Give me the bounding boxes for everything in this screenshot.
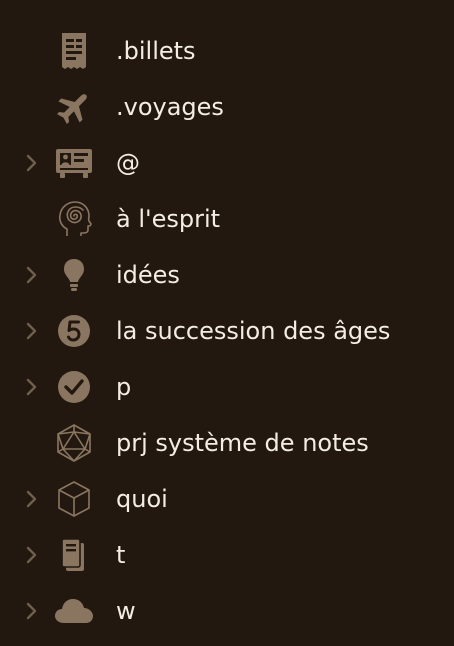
lightbulb-icon [54, 255, 94, 295]
head-spiral-icon [54, 199, 94, 239]
tree-item-label: idées [116, 261, 180, 289]
chevron-right-icon[interactable] [24, 489, 40, 509]
tree-item-label: w [116, 597, 136, 625]
tree-item-t[interactable]: t [0, 527, 454, 583]
tree-item-label: quoi [116, 485, 168, 513]
receipt-icon [54, 31, 94, 71]
chevron-right-icon[interactable] [24, 265, 40, 285]
folder-tree: .billets .voyages @ à l'esprit idées la … [0, 0, 454, 646]
tree-item-label: prj système de notes [116, 429, 369, 457]
tree-item-la-succession-des-ages[interactable]: la succession des âges [0, 303, 454, 359]
tree-item-a-l-esprit[interactable]: à l'esprit [0, 191, 454, 247]
cloud-icon [54, 591, 94, 631]
tree-item-label: .voyages [116, 93, 224, 121]
chevron-right-icon[interactable] [24, 153, 40, 173]
tree-item-label: t [116, 541, 126, 569]
cube-icon [54, 479, 94, 519]
chevron-right-icon[interactable] [24, 545, 40, 565]
tree-item-p[interactable]: p [0, 359, 454, 415]
tree-item-billets[interactable]: .billets [0, 23, 454, 79]
tree-item-voyages[interactable]: .voyages [0, 79, 454, 135]
tree-item-label: la succession des âges [116, 317, 391, 345]
tree-item-prj-systeme-de-notes[interactable]: prj système de notes [0, 415, 454, 471]
airplane-icon [54, 87, 94, 127]
tree-item-at[interactable]: @ [0, 135, 454, 191]
id-card-icon [54, 143, 94, 183]
icosahedron-icon [54, 423, 94, 463]
tree-item-quoi[interactable]: quoi [0, 471, 454, 527]
tree-item-w[interactable]: w [0, 583, 454, 639]
chevron-right-icon[interactable] [24, 321, 40, 341]
number-5-circle-icon [54, 311, 94, 351]
check-circle-icon [54, 367, 94, 407]
tree-item-label: à l'esprit [116, 205, 221, 233]
tree-item-label: p [116, 373, 132, 401]
chevron-right-icon[interactable] [24, 377, 40, 397]
tree-item-idees[interactable]: idées [0, 247, 454, 303]
tree-item-label: @ [116, 149, 140, 177]
book-icon [54, 535, 94, 575]
tree-item-label: .billets [116, 37, 196, 65]
chevron-right-icon[interactable] [24, 601, 40, 621]
